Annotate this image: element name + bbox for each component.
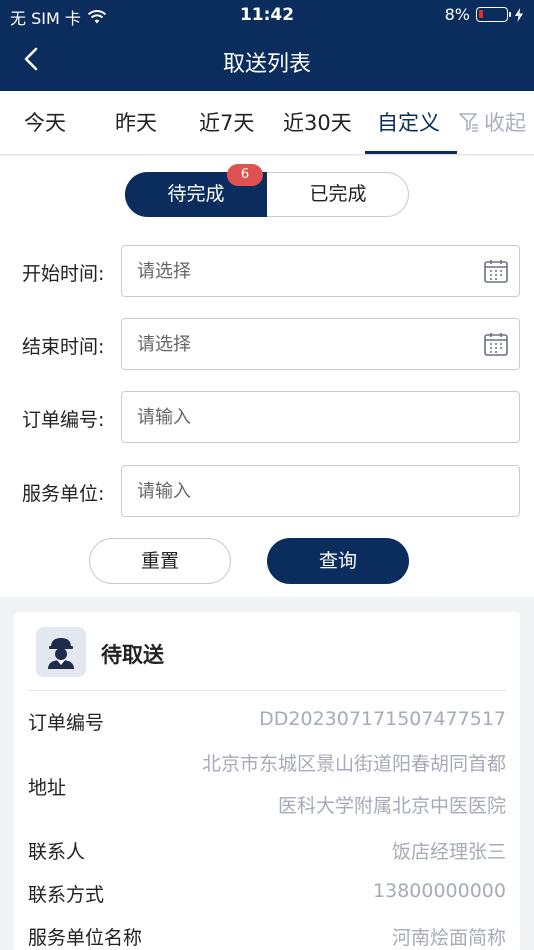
service-unit-info-label: 服务单位名称 [28, 927, 143, 949]
calendar-icon[interactable] [483, 258, 509, 284]
order-card[interactable]: 待取送 订单编号 DD20230717150747751​7 地址 北京市东城区… [14, 612, 520, 950]
app-header: 无 SIM 卡 11:42 8% 取送列表 [0, 0, 534, 91]
status-segment: 待完成 已完成 6 [125, 164, 409, 217]
tab-last-30-days[interactable]: 近30天 [283, 107, 352, 137]
battery-percent: 8% [444, 5, 470, 24]
collapse-filter-button[interactable]: 收起 [458, 107, 526, 137]
order-no-info-label: 订单编号 [28, 712, 105, 734]
phone-value[interactable]: 13800000000 [373, 880, 506, 902]
status-bar: 无 SIM 卡 11:42 8% [0, 0, 534, 30]
reset-button[interactable]: 重置 [89, 538, 231, 584]
service-unit-input[interactable] [122, 466, 519, 516]
address-value: 北京市东城区景山街道阳春胡同首都 医科大学附属北京中医医院 [176, 743, 506, 827]
filter-panel: 待完成 已完成 6 开始时间: 结束时间: 订单编 [0, 156, 534, 597]
page-title: 取送列表 [222, 52, 311, 77]
segment-completed[interactable]: 已完成 [267, 172, 409, 217]
address-line-1: 北京市东城区景山街道阳春胡同首都 [201, 753, 506, 775]
courier-avatar [36, 627, 86, 677]
pending-count-badge: 6 [227, 164, 263, 186]
courier-icon [48, 638, 74, 669]
battery-icon [476, 7, 511, 22]
tab-last-7-days[interactable]: 近7天 [199, 107, 254, 137]
start-time-row: 开始时间: [0, 245, 534, 297]
nav-bar: 取送列表 [0, 30, 534, 91]
service-unit-value: 河南烩面简称 [391, 927, 506, 949]
status-right: 8% [445, 5, 524, 24]
query-button[interactable]: 查询 [267, 538, 409, 584]
calendar-icon[interactable] [483, 331, 509, 357]
order-no-value: DD20230717150747751​7 [259, 708, 506, 730]
order-no-field[interactable] [121, 391, 520, 443]
end-time-picker[interactable] [121, 318, 520, 370]
start-time-picker[interactable] [121, 245, 520, 297]
end-time-label: 结束时间: [22, 336, 105, 358]
tab-yesterday[interactable]: 昨天 [115, 107, 157, 137]
end-time-input[interactable] [122, 319, 519, 369]
service-unit-row: 服务单位: [0, 465, 534, 517]
end-time-row: 结束时间: [0, 318, 534, 370]
start-time-input[interactable] [122, 246, 519, 296]
contact-label: 联系人 [28, 841, 86, 863]
address-row: 地址 北京市东城区景山街道阳春胡同首都 医科大学附属北京中医医院 [28, 743, 506, 827]
date-range-tabs: 今天 昨天 近7天 近30天 自定义 收起 [0, 91, 534, 155]
filter-icon [459, 113, 478, 132]
order-no-label: 订单编号: [22, 409, 105, 431]
order-no-row: 订单编号: [0, 391, 534, 443]
order-no-input[interactable] [122, 392, 519, 442]
start-time-label: 开始时间: [22, 263, 105, 285]
card-divider [28, 690, 506, 691]
contact-value: 饭店经理张三 [391, 841, 506, 863]
phone-label: 联系方式 [28, 884, 105, 906]
active-tab-indicator [365, 151, 457, 154]
address-label: 地址 [28, 777, 67, 799]
collapse-label: 收起 [484, 111, 526, 135]
charging-icon [515, 7, 523, 22]
service-unit-label: 服务单位: [22, 483, 105, 505]
order-status-title: 待取送 [101, 643, 164, 667]
service-unit-field[interactable] [121, 465, 520, 517]
tab-custom[interactable]: 自定义 [377, 107, 440, 137]
address-line-2: 医科大学附属北京中医医院 [277, 795, 506, 817]
tab-today[interactable]: 今天 [24, 107, 66, 137]
